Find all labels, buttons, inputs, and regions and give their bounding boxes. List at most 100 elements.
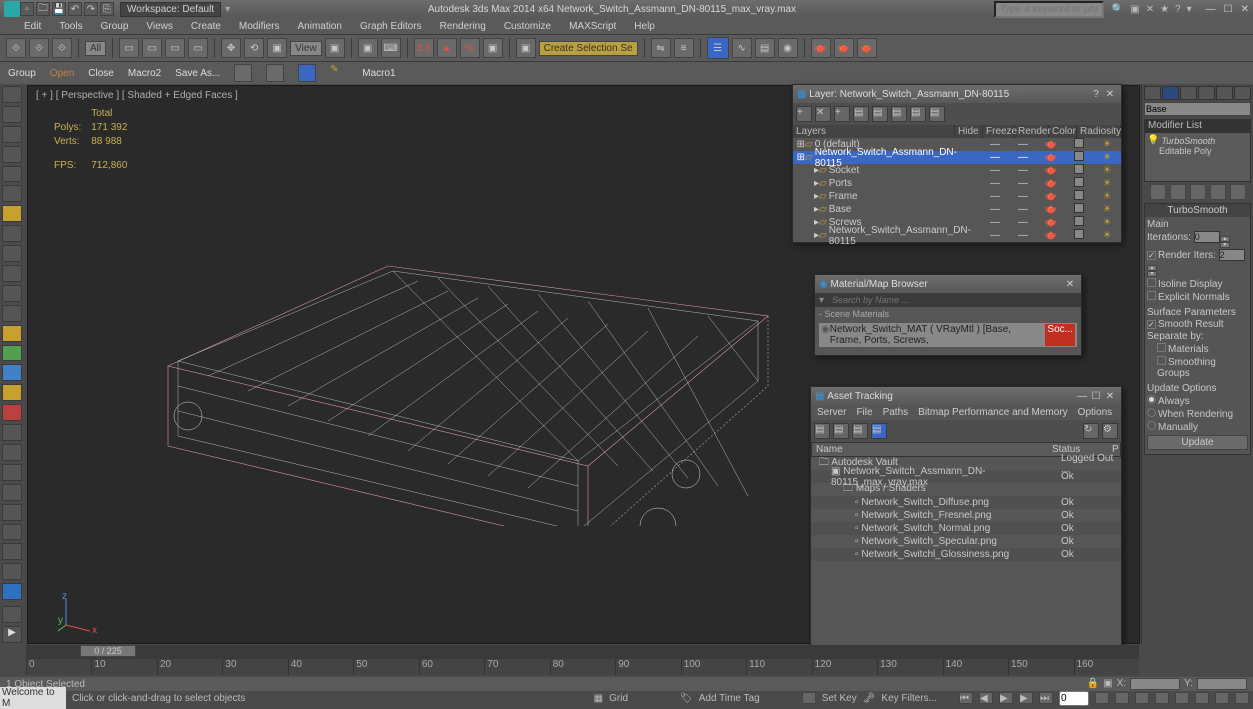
window-crossing-icon[interactable]: ▭ xyxy=(188,38,208,58)
nav-icon[interactable] xyxy=(1195,692,1209,704)
menu-help[interactable]: Help xyxy=(634,21,655,32)
layer-row[interactable]: ▸▱Socket——🫖☀ xyxy=(793,164,1121,177)
render-iters-checkbox[interactable] xyxy=(1147,251,1156,260)
layer-row[interactable]: ▸▱Frame——🫖☀ xyxy=(793,190,1121,203)
workspace-selector[interactable]: Workspace: Default xyxy=(120,2,221,17)
asset-row[interactable]: ▫ Network_Switchl_Glossiness.pngOk xyxy=(811,548,1121,561)
tool-icon[interactable] xyxy=(2,583,22,600)
modifier-turbosmooth[interactable]: TurboSmooth xyxy=(1161,136,1215,146)
tool-icon[interactable] xyxy=(2,384,22,401)
display-tab[interactable] xyxy=(1216,86,1233,100)
tool-icon[interactable] xyxy=(2,166,22,183)
spinner-down[interactable]: ▾ xyxy=(1220,242,1230,248)
time-slider-track[interactable]: 0 / 225 xyxy=(26,645,1139,659)
maxscript-listener[interactable]: Welcome to M xyxy=(0,687,66,709)
motion-tab[interactable] xyxy=(1198,86,1215,100)
material-search-input[interactable] xyxy=(828,293,1081,307)
menu-animation[interactable]: Animation xyxy=(297,21,341,32)
tool-icon[interactable] xyxy=(266,64,284,82)
asset-row[interactable]: ▫ Network_Switch_Normal.pngOk xyxy=(811,522,1121,535)
remove-icon[interactable] xyxy=(1210,184,1226,200)
menu-create[interactable]: Create xyxy=(191,21,221,32)
iterations-field[interactable] xyxy=(1194,231,1220,243)
favorite-icon[interactable]: ★ xyxy=(1160,4,1169,15)
menu-maxscript[interactable]: MAXScript xyxy=(569,21,616,32)
menu-options[interactable]: Options xyxy=(1078,407,1112,418)
nav-icon[interactable] xyxy=(1175,692,1189,704)
keyboard-icon[interactable]: ⌨ xyxy=(381,38,401,58)
saveas-button[interactable]: Save As... xyxy=(175,68,220,79)
maximize-button[interactable]: ☐ xyxy=(1089,391,1103,402)
move-icon[interactable]: ✥ xyxy=(221,38,241,58)
explicit-checkbox[interactable] xyxy=(1147,291,1156,300)
tool-icon[interactable] xyxy=(2,404,22,421)
unique-icon[interactable] xyxy=(1190,184,1206,200)
maximize-button[interactable]: ☐ xyxy=(1224,4,1233,15)
minimize-button[interactable]: — xyxy=(1206,4,1216,15)
settings-icon[interactable]: ⚙ xyxy=(1102,423,1118,439)
tool-icon[interactable] xyxy=(2,325,22,342)
bind-icon[interactable]: ⟐ xyxy=(52,38,72,58)
layer-row[interactable]: ⊞▱Network_Switch_Assmann_DN-80115——🫖☀ xyxy=(793,151,1121,164)
time-tag-icon[interactable]: 🏷 xyxy=(680,693,693,704)
rotate-icon[interactable]: ⟲ xyxy=(244,38,264,58)
lock-icon[interactable]: 🔒 xyxy=(1087,678,1099,690)
modifier-list-dropdown[interactable]: Modifier List xyxy=(1144,119,1251,132)
help-button[interactable]: ? xyxy=(1089,89,1103,100)
utilities-tab[interactable] xyxy=(1234,86,1251,100)
bulb-icon[interactable]: 💡 xyxy=(1147,135,1159,146)
macro2-button[interactable]: Macro2 xyxy=(128,68,161,79)
layer-manager-panel[interactable]: ▦ Layer: Network_Switch_Assmann_DN-80115… xyxy=(792,84,1122,243)
macro1-button[interactable]: Macro1 xyxy=(362,68,395,79)
x-field[interactable] xyxy=(1130,678,1180,690)
smoothing-checkbox[interactable] xyxy=(1157,356,1166,365)
menu-group[interactable]: Group xyxy=(101,21,129,32)
menu-views[interactable]: Views xyxy=(146,21,173,32)
time-slider-thumb[interactable]: 0 / 225 xyxy=(80,645,136,657)
layer-manager-icon[interactable]: ☰ xyxy=(707,37,729,59)
render-frame-icon[interactable]: 🫖 xyxy=(834,38,854,58)
material-item[interactable]: ◉ Network_Switch_MAT ( VRayMtl ) [Base, … xyxy=(819,323,1077,347)
signin-icon[interactable]: ▣ xyxy=(1130,4,1139,15)
key-icon[interactable]: 🗝 xyxy=(863,693,876,704)
menu-rendering[interactable]: Rendering xyxy=(440,21,486,32)
play-icon[interactable]: ▶ xyxy=(2,626,22,643)
view-icon[interactable]: ▤ xyxy=(871,423,887,439)
menu-file[interactable]: File xyxy=(856,407,872,418)
menu-edit[interactable]: Edit xyxy=(24,21,41,32)
mirror-icon[interactable]: ⇋ xyxy=(651,38,671,58)
named-selset-icon[interactable]: ▣ xyxy=(516,38,536,58)
tool-icon[interactable] xyxy=(2,444,22,461)
y-field[interactable] xyxy=(1197,678,1247,690)
select-region-icon[interactable]: ▭ xyxy=(165,38,185,58)
tool-icon[interactable] xyxy=(2,504,22,521)
view-icon[interactable]: ▤ xyxy=(814,423,830,439)
create-tab[interactable] xyxy=(1144,86,1161,100)
curve-editor-icon[interactable]: ∿ xyxy=(732,38,752,58)
viewport-label[interactable]: [ + ] [ Perspective ] [ Shaded + Edged F… xyxy=(36,90,238,101)
tool-icon[interactable] xyxy=(2,146,22,163)
col-radiosity[interactable]: Radiosity xyxy=(1077,125,1121,138)
nav-icon[interactable] xyxy=(1095,692,1109,704)
named-selset-dropdown[interactable]: Create Selection Se xyxy=(539,41,638,56)
when-rendering-radio[interactable] xyxy=(1147,408,1156,417)
menu-bitmap[interactable]: Bitmap Performance and Memory xyxy=(918,407,1068,418)
manip-icon[interactable]: ▣ xyxy=(358,38,378,58)
asset-row[interactable]: ▫ Network_Switch_Specular.pngOk xyxy=(811,535,1121,548)
new-icon[interactable]: ▫ xyxy=(20,2,34,16)
tool-icon[interactable] xyxy=(2,106,22,123)
scene-materials-header[interactable]: - Scene Materials xyxy=(815,307,1081,321)
angle-snap-icon[interactable]: ▲ xyxy=(437,38,457,58)
time-ruler[interactable]: 0102030405060708090100110120130140150160 xyxy=(26,659,1139,675)
update-button[interactable]: Update xyxy=(1147,435,1248,450)
render-icon[interactable]: 🫖 xyxy=(857,38,877,58)
close-button[interactable]: ✕ xyxy=(1241,4,1249,15)
chevron-down-icon[interactable]: ▾ xyxy=(815,295,828,306)
help-icon[interactable]: ? xyxy=(1175,4,1181,15)
asset-row[interactable]: ▫ Network_Switch_Fresnel.pngOk xyxy=(811,509,1121,522)
hierarchy-tab[interactable] xyxy=(1180,86,1197,100)
exchange-icon[interactable]: ✕ xyxy=(1146,4,1154,15)
tool-icon[interactable] xyxy=(2,524,22,541)
link-icon[interactable]: ⟐ xyxy=(6,38,26,58)
render-setup-icon[interactable]: 🫖 xyxy=(811,38,831,58)
